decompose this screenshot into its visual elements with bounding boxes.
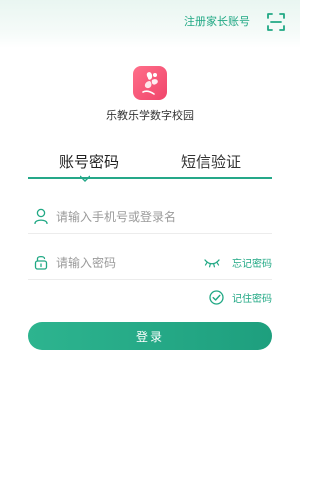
school-name: 乐教乐学数字校园 (106, 109, 194, 122)
password-field: 忘记密码 (28, 246, 272, 280)
header-background (0, 0, 300, 48)
tab-underline (28, 177, 272, 179)
login-button[interactable]: 登录 (28, 322, 272, 350)
scan-icon[interactable] (266, 12, 286, 32)
app-logo (133, 66, 167, 100)
phone-input[interactable] (56, 206, 216, 228)
user-icon (34, 208, 48, 224)
active-tab-indicator (80, 175, 90, 182)
password-input[interactable] (56, 252, 196, 274)
login-tabs: 账号密码 短信验证 (28, 150, 272, 180)
flower-logo-icon (142, 72, 158, 95)
tab-sms-verification[interactable]: 短信验证 (150, 150, 272, 174)
field-divider (28, 279, 272, 280)
forgot-password-link[interactable]: 忘记密码 (232, 255, 272, 270)
register-parent-account-link[interactable]: 注册家长账号 (184, 14, 250, 30)
tab-account-password[interactable]: 账号密码 (28, 150, 150, 174)
phone-field (28, 200, 272, 234)
check-circle-icon[interactable] (209, 289, 224, 305)
remember-password-label: 记住密码 (232, 293, 272, 305)
field-divider (28, 233, 272, 234)
eye-closed-icon[interactable] (204, 258, 220, 268)
remember-password-toggle[interactable]: 记住密码 (209, 288, 272, 306)
lock-icon (34, 255, 48, 270)
